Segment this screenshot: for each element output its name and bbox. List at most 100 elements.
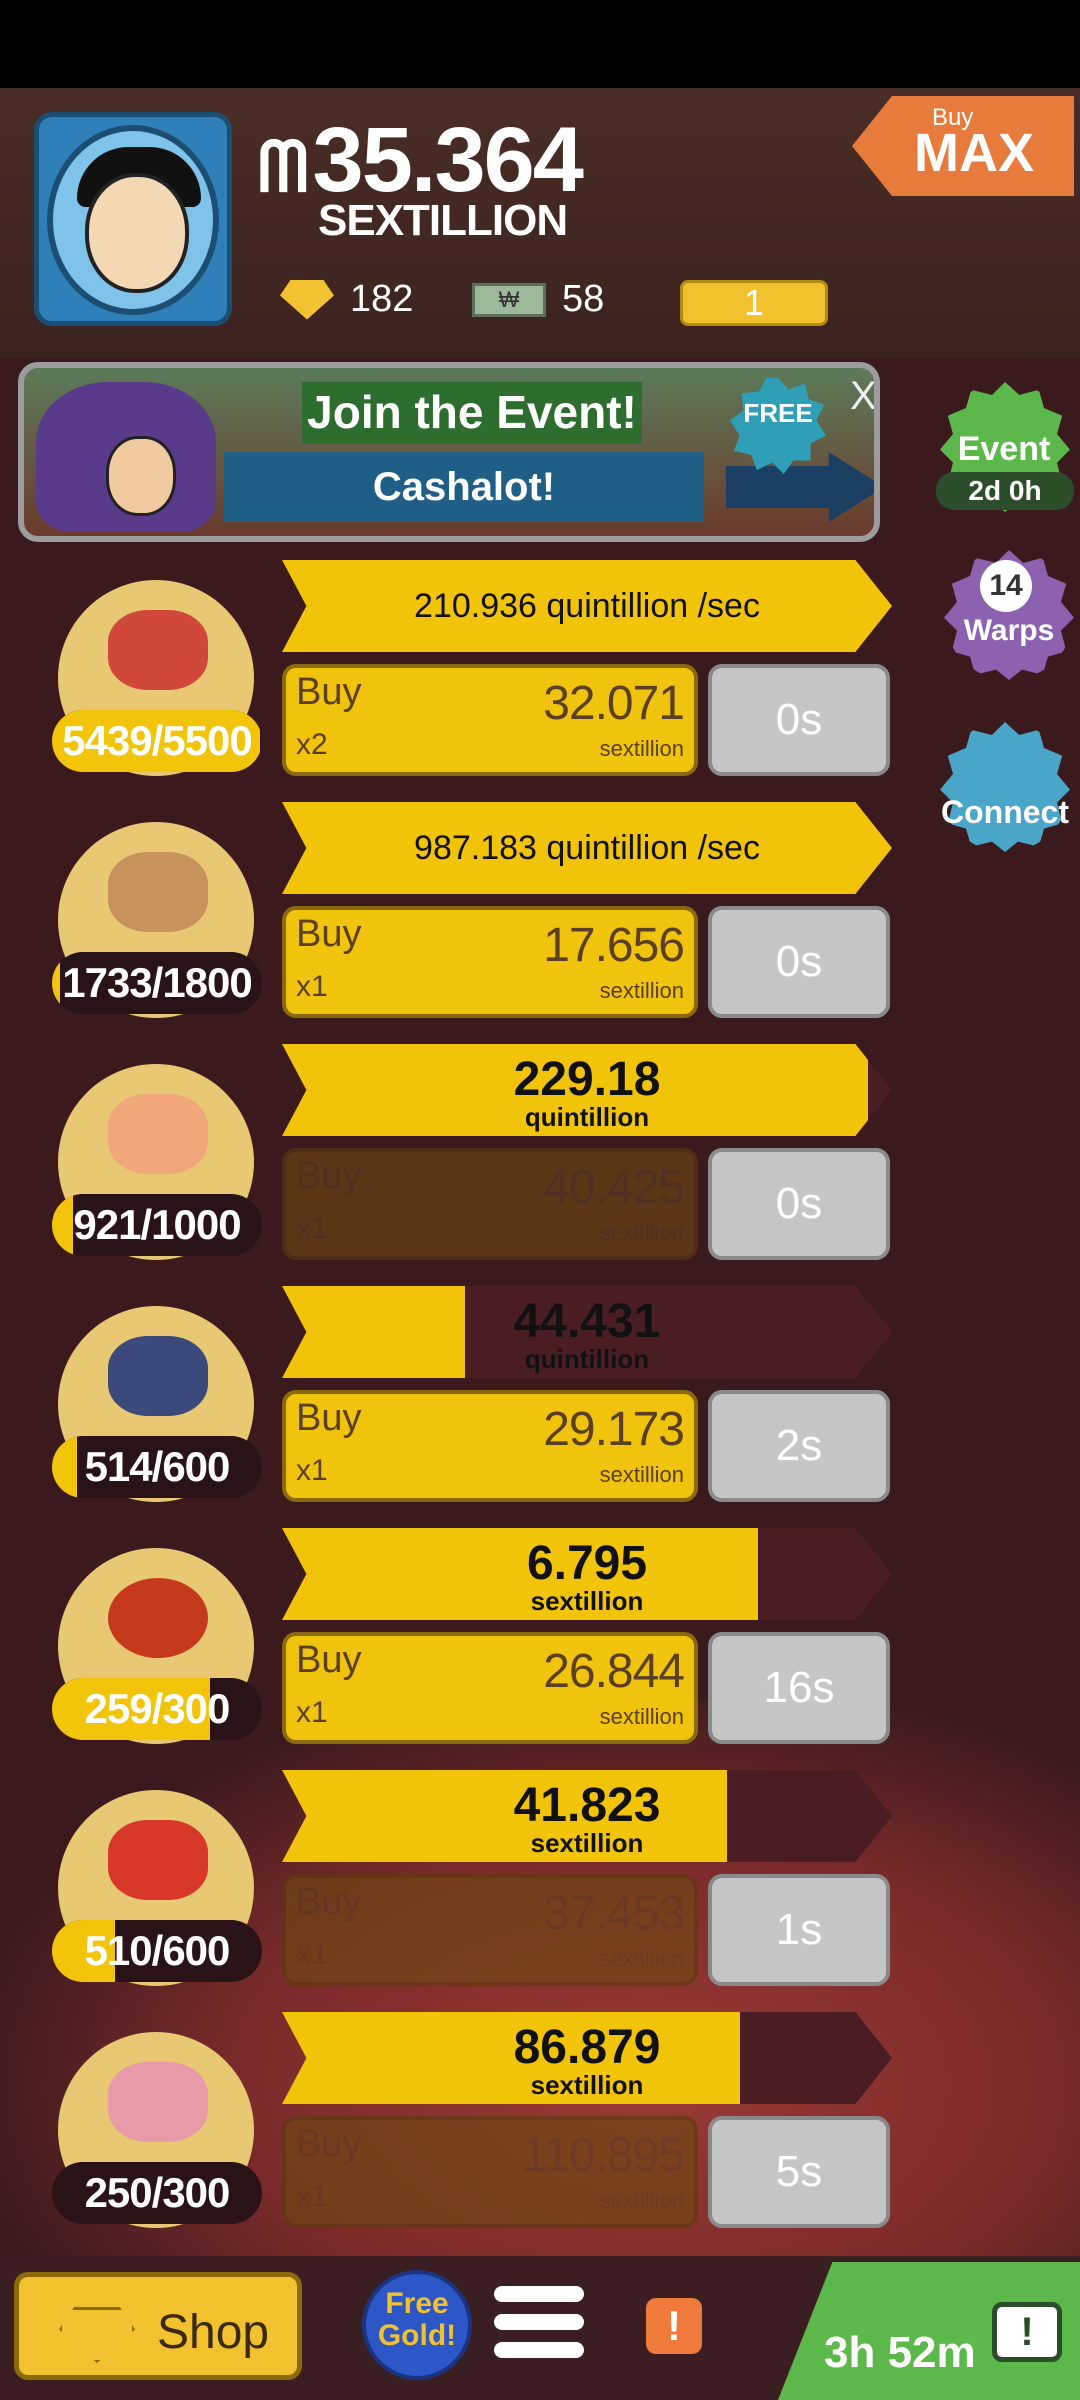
production-bar[interactable]: 44.431 quintillion — [282, 1286, 892, 1378]
buy-price-unit: sextillion — [599, 2188, 684, 2213]
buy-button[interactable]: Buy x1 26.844 sextillion — [282, 1632, 698, 1744]
production-amount: 44.431 — [513, 1295, 661, 1348]
business-row: 510/600 41.823 sextillion Buy x1 37.453 … — [0, 1770, 900, 2000]
event-time: 2d 0h — [936, 472, 1074, 510]
buy-multiplier: x1 — [296, 1212, 328, 1245]
warps-count: 14 — [980, 560, 1032, 612]
production-amount: 229.18 — [513, 1053, 661, 1106]
business-row: 1733/1800 987.183 quintillion /sec Buy x… — [0, 802, 900, 1032]
production-bar[interactable]: 41.823 sextillion — [282, 1770, 892, 1862]
production-rate: 987.183 quintillion /sec — [414, 829, 760, 867]
ticket-counter[interactable]: 1 — [680, 280, 828, 326]
buy-label: Buy — [296, 1397, 362, 1439]
business-count-pill: 514/600 — [52, 1436, 262, 1498]
production-bar[interactable]: 987.183 quintillion /sec — [282, 802, 892, 894]
buy-price-unit: sextillion — [599, 1704, 684, 1729]
buy-price: 32.071 — [543, 677, 685, 730]
gold-count: 182 — [350, 278, 414, 320]
jester-face — [106, 436, 176, 516]
buy-button[interactable]: Buy x1 37.453 sextillion — [282, 1874, 698, 1986]
buy-max-button[interactable]: Buy MAX — [852, 96, 1074, 196]
event-label: Event — [957, 430, 1051, 468]
event-banner[interactable]: Join the Event! Cashalot! FREE X — [18, 362, 880, 542]
cycle-timer: 5s — [708, 2116, 890, 2228]
buy-max-label: MAX — [914, 123, 1034, 183]
gold-counter[interactable]: 182 — [280, 278, 413, 321]
production-amount: 86.879 — [513, 2021, 661, 2074]
cycle-timer: 0s — [708, 906, 890, 1018]
business-count: 5439/5500 — [62, 717, 253, 764]
buy-label: Buy — [296, 1155, 362, 1197]
buy-multiplier: x1 — [296, 2180, 328, 2213]
production-bar[interactable]: 86.879 sextillion — [282, 2012, 892, 2104]
megabucks-count: 58 — [562, 278, 605, 320]
alert-icon[interactable]: ! — [646, 2298, 702, 2354]
megabucks-counter[interactable]: ₩ 58 — [472, 278, 604, 321]
free-gold-button[interactable]: Free Gold! — [362, 2270, 472, 2380]
shop-button[interactable]: Shop — [14, 2272, 302, 2380]
buy-label: Buy — [296, 913, 362, 955]
connect-label: Connect — [941, 794, 1069, 830]
business-count: 1733/1800 — [62, 959, 253, 1006]
business-icon — [108, 1094, 208, 1174]
business-row: 5439/5500 210.936 quintillion /sec Buy x… — [0, 560, 900, 790]
production-unit: sextillion — [530, 2070, 644, 2100]
business-count-pill: 250/300 — [52, 2162, 262, 2224]
menu-icon[interactable] — [494, 2286, 584, 2366]
production-unit: quintillion — [524, 1344, 650, 1374]
avatar-face — [85, 173, 189, 293]
event-subtitle: Cashalot! — [224, 452, 704, 522]
shop-label: Shop — [157, 2306, 270, 2359]
tv-icon[interactable]: ! — [992, 2302, 1062, 2362]
buy-multiplier: x1 — [296, 970, 328, 1003]
status-bar — [0, 0, 1080, 88]
buy-button[interactable]: Buy x1 40.425 sextillion — [282, 1148, 698, 1260]
business-count: 259/300 — [84, 1685, 231, 1732]
business-icon — [108, 1820, 208, 1900]
cycle-timer: 16s — [708, 1632, 890, 1744]
buy-price-unit: sextillion — [599, 1946, 684, 1971]
buy-button[interactable]: Buy x1 110.895 sextillion — [282, 2116, 698, 2228]
business-count: 921/1000 — [73, 1201, 241, 1248]
megabucks-icon: ₩ — [472, 282, 546, 317]
buy-label: Buy — [296, 1639, 362, 1681]
buy-label: Buy — [296, 1881, 362, 1923]
buy-label: Buy — [296, 2123, 362, 2165]
connect-button[interactable] — [940, 722, 1070, 852]
gold-gem-icon — [59, 2307, 135, 2363]
money-symbol-icon: ᗰ — [258, 128, 309, 206]
buy-multiplier: x1 — [296, 1696, 328, 1729]
business-count-pill: 259/300 — [52, 1678, 262, 1740]
cycle-timer: 1s — [708, 1874, 890, 1986]
buy-price-unit: sextillion — [599, 736, 684, 761]
business-icon — [108, 852, 208, 932]
business-row: 921/1000 229.18 quintillion Buy x1 40.42… — [0, 1044, 900, 1274]
buy-price: 110.895 — [521, 2129, 685, 2182]
buy-multiplier: x1 — [296, 1938, 328, 1971]
buy-button[interactable]: Buy x1 29.173 sextillion — [282, 1390, 698, 1502]
buy-button[interactable]: Buy x1 17.656 sextillion — [282, 906, 698, 1018]
buy-price: 37.453 — [543, 1887, 685, 1940]
production-bar[interactable]: 229.18 quintillion — [282, 1044, 892, 1136]
production-bar[interactable]: 210.936 quintillion /sec — [282, 560, 892, 652]
business-icon — [108, 1578, 208, 1658]
production-unit: sextillion — [530, 1586, 644, 1616]
buy-price: 29.173 — [543, 1403, 685, 1456]
buy-multiplier: x2 — [296, 728, 328, 761]
player-avatar[interactable] — [34, 112, 232, 326]
business-row: 250/300 86.879 sextillion Buy x1 110.895… — [0, 2012, 900, 2242]
gold-bar-icon — [280, 279, 334, 320]
buy-button[interactable]: Buy x2 32.071 sextillion — [282, 664, 698, 776]
business-icon — [108, 1336, 208, 1416]
business-count-pill: 1733/1800 — [52, 952, 262, 1014]
buy-multiplier: x1 — [296, 1454, 328, 1487]
money-unit: SEXTILLION — [318, 196, 568, 245]
ad-timer-label: 3h 52m — [824, 2328, 976, 2377]
close-icon[interactable]: X — [850, 374, 874, 419]
business-count: 510/600 — [84, 1927, 231, 1974]
production-bar[interactable]: 6.795 sextillion — [282, 1528, 892, 1620]
event-title: Join the Event! — [302, 382, 642, 444]
buy-price-unit: sextillion — [599, 1220, 684, 1245]
cycle-timer: 0s — [708, 664, 890, 776]
buy-price-unit: sextillion — [599, 978, 684, 1003]
